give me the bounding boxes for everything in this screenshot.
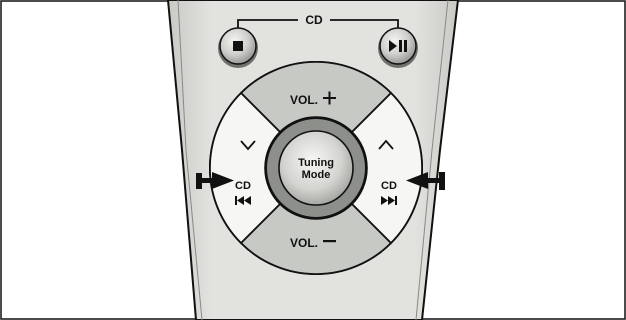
remote-diagram: CD VOL. VOL. CD CD Tuning Mode xyxy=(0,0,626,320)
svg-text:VOL.: VOL. xyxy=(290,93,318,107)
stop-icon xyxy=(233,41,243,51)
remote-illustration: CD VOL. VOL. CD CD Tuning Mode xyxy=(0,0,626,320)
cd-group-label: CD xyxy=(305,13,323,27)
svg-text:VOL.: VOL. xyxy=(290,236,318,250)
tuning-mode-label-line2: Mode xyxy=(302,169,331,181)
minus-icon xyxy=(323,240,336,243)
tuning-mode-label-line1: Tuning xyxy=(298,157,334,169)
cd-prev-label: CD xyxy=(235,180,251,192)
tuning-mode-button[interactable]: Tuning Mode xyxy=(265,117,367,219)
cd-next-label: CD xyxy=(381,180,397,192)
stop-button[interactable] xyxy=(218,27,258,68)
play-pause-button[interactable] xyxy=(378,27,418,68)
